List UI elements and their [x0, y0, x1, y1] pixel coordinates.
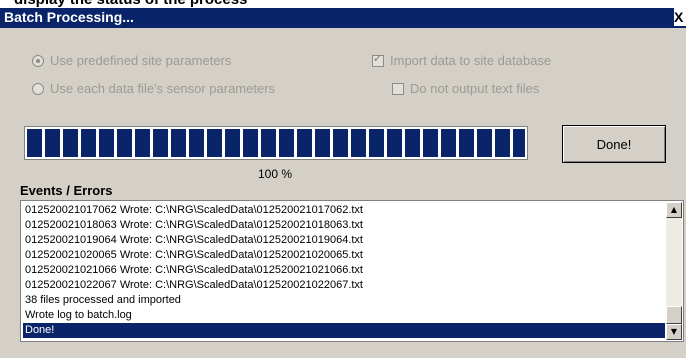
events-log-list: 012520021017062 Wrote: C:\NRG\ScaledData…: [23, 203, 665, 339]
log-line[interactable]: Wrote log to batch.log: [23, 308, 665, 323]
checkbox-import-to-site-db[interactable]: Import data to site database: [372, 52, 552, 68]
radio-on-icon: [32, 54, 44, 67]
window-title: Batch Processing...: [4, 9, 134, 25]
checkbox-no-text-output[interactable]: Do not output text files: [392, 81, 539, 96]
checkbox-unchecked-icon: [392, 82, 404, 95]
option-predefined-site-params-label: Use predefined site parameters: [50, 53, 232, 68]
scroll-up-arrow-icon[interactable]: ▲: [666, 202, 682, 218]
option-predefined-site-params[interactable]: Use predefined site parameters: [32, 53, 231, 68]
log-line[interactable]: Done!: [23, 323, 665, 338]
events-errors-label: Events / Errors: [20, 183, 113, 198]
title-bar[interactable]: Batch Processing...: [0, 8, 686, 28]
scrollbar-thumb[interactable]: [666, 306, 682, 324]
log-line[interactable]: 012520021022067 Wrote: C:\NRG\ScaledData…: [23, 278, 665, 293]
progress-bar: [24, 126, 528, 160]
progress-bar-fill: [27, 129, 525, 157]
close-button[interactable]: X: [674, 8, 686, 26]
progress-percent-label: 100 %: [258, 167, 293, 181]
log-line[interactable]: 38 files processed and imported: [23, 293, 665, 308]
log-line[interactable]: 012520021017062 Wrote: C:\NRG\ScaledData…: [23, 203, 665, 218]
log-line[interactable]: 012520021019064 Wrote: C:\NRG\ScaledData…: [23, 233, 665, 248]
events-log-listbox[interactable]: 012520021017062 Wrote: C:\NRG\ScaledData…: [20, 200, 684, 342]
log-scrollbar[interactable]: ▲ ▼: [666, 202, 682, 340]
option-each-file-sensor-params-label: Use each data file's sensor parameters: [50, 81, 276, 96]
log-line[interactable]: 012520021021066 Wrote: C:\NRG\ScaledData…: [23, 263, 665, 278]
top-caption-text: display the status of the process: [14, 0, 247, 8]
checkbox-no-text-output-label: Do not output text files: [410, 81, 540, 96]
radio-off-icon: [32, 82, 44, 95]
log-line[interactable]: 012520021020065 Wrote: C:\NRG\ScaledData…: [23, 248, 665, 263]
option-each-file-sensor-params[interactable]: Use each data file's sensor parameters: [32, 81, 275, 96]
batch-processing-dialog: display the status of the process Batch …: [0, 0, 686, 358]
log-line[interactable]: 012520021018063 Wrote: C:\NRG\ScaledData…: [23, 218, 665, 233]
done-button[interactable]: Done!: [562, 125, 666, 163]
top-caption: display the status of the process: [0, 0, 686, 8]
scroll-down-arrow-icon[interactable]: ▼: [666, 324, 682, 340]
checkbox-import-to-site-db-label: Import data to site database: [390, 53, 552, 68]
checkbox-checked-icon: [372, 52, 384, 67]
